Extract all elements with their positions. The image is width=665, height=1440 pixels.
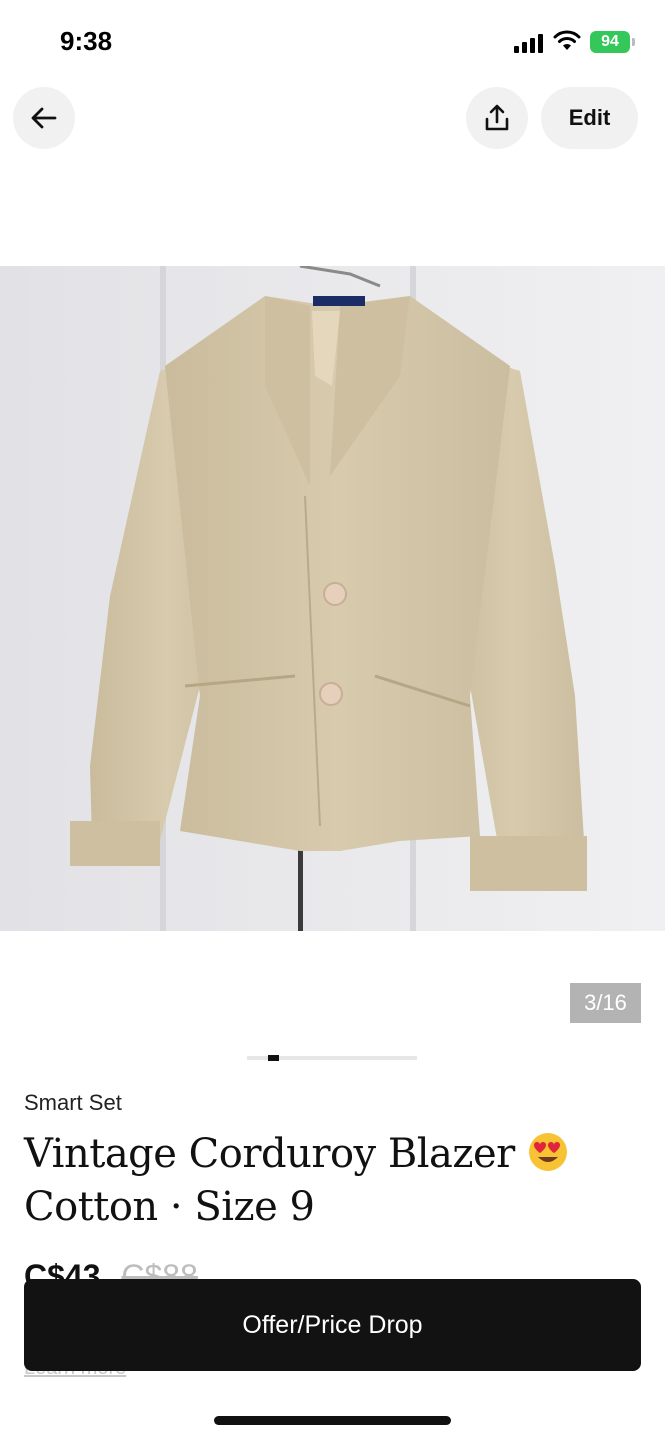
listing-brand[interactable]: Smart Set [24,1090,122,1116]
arrow-left-icon [31,107,57,129]
share-upload-icon [485,104,509,131]
battery-cap [632,38,635,46]
share-button[interactable] [466,87,528,149]
offer-price-drop-button[interactable]: Offer/Price Drop [24,1279,641,1371]
home-indicator [214,1416,451,1425]
status-bar: 9:38 94 [0,0,665,86]
listing-title: Vintage Corduroy Blazer Cotton · Size 9 [24,1128,624,1234]
product-photo[interactable] [0,266,665,931]
battery-icon: 94 [590,31,630,53]
battery-level: 94 [601,33,619,50]
wifi-icon [553,30,581,50]
title-line-1: Vintage Corduroy Blazer [24,1131,515,1177]
back-button[interactable] [13,87,75,149]
title-line-2: Cotton · Size 9 [24,1184,315,1230]
heart-eyes-emoji-icon [528,1133,567,1171]
status-time: 9:38 [60,26,113,56]
blazer-image [0,266,665,931]
photo-counter: 3/16 [570,983,641,1023]
photo-indicator-thumb [268,1055,279,1061]
edit-button[interactable]: Edit [541,87,638,149]
cellular-signal-icon [514,33,546,53]
